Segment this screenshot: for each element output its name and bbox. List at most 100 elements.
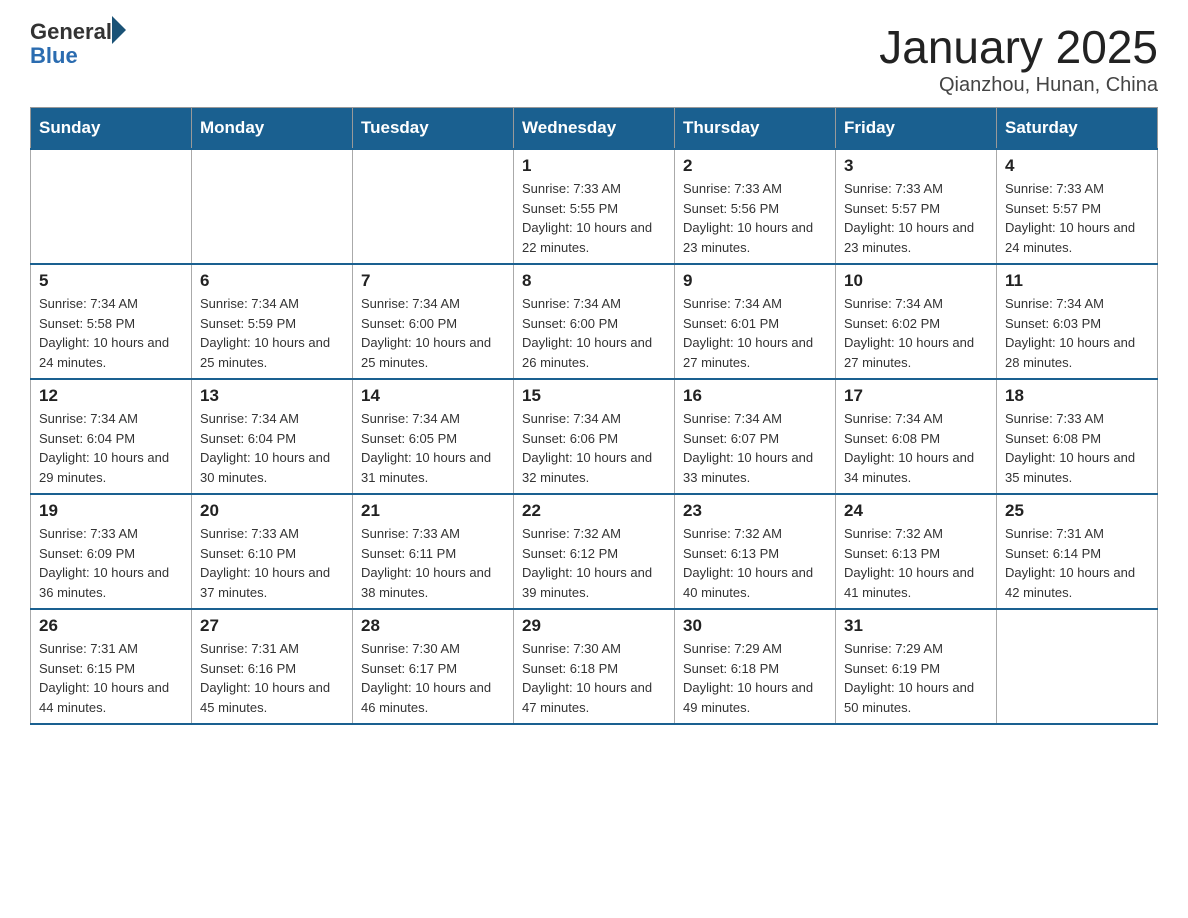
day-info: Sunrise: 7:33 AM Sunset: 5:57 PM Dayligh… (1005, 179, 1149, 257)
day-info: Sunrise: 7:33 AM Sunset: 5:56 PM Dayligh… (683, 179, 827, 257)
column-header-sunday: Sunday (31, 108, 192, 150)
calendar-week-row: 12 Sunrise: 7:34 AM Sunset: 6:04 PM Dayli… (31, 379, 1158, 494)
day-number: 13 (200, 386, 344, 406)
day-info: Sunrise: 7:34 AM Sunset: 6:00 PM Dayligh… (361, 294, 505, 372)
calendar-cell: 30 Sunrise: 7:29 AM Sunset: 6:18 PM Dayli… (675, 609, 836, 724)
calendar-cell: 4 Sunrise: 7:33 AM Sunset: 5:57 PM Daylig… (997, 149, 1158, 264)
calendar-cell: 5 Sunrise: 7:34 AM Sunset: 5:58 PM Daylig… (31, 264, 192, 379)
column-header-monday: Monday (192, 108, 353, 150)
day-number: 29 (522, 616, 666, 636)
calendar-cell: 3 Sunrise: 7:33 AM Sunset: 5:57 PM Daylig… (836, 149, 997, 264)
day-number: 14 (361, 386, 505, 406)
calendar-cell: 22Sunrise: 7:32 AM Sunset: 6:12 PM Dayli… (514, 494, 675, 609)
calendar-cell: 8 Sunrise: 7:34 AM Sunset: 6:00 PM Daylig… (514, 264, 675, 379)
calendar-header-row: SundayMondayTuesdayWednesdayThursdayFrid… (31, 108, 1158, 150)
day-info: Sunrise: 7:34 AM Sunset: 5:58 PM Dayligh… (39, 294, 183, 372)
calendar-cell: 11 Sunrise: 7:34 AM Sunset: 6:03 PM Dayli… (997, 264, 1158, 379)
calendar-cell: 27 Sunrise: 7:31 AM Sunset: 6:16 PM Dayli… (192, 609, 353, 724)
calendar-week-row: 26Sunrise: 7:31 AM Sunset: 6:15 PM Dayli… (31, 609, 1158, 724)
day-info: Sunrise: 7:34 AM Sunset: 6:02 PM Dayligh… (844, 294, 988, 372)
day-number: 10 (844, 271, 988, 291)
day-number: 22 (522, 501, 666, 521)
calendar-week-row: 5 Sunrise: 7:34 AM Sunset: 5:58 PM Daylig… (31, 264, 1158, 379)
day-info: Sunrise: 7:34 AM Sunset: 6:00 PM Dayligh… (522, 294, 666, 372)
calendar-cell (192, 149, 353, 264)
day-info: Sunrise: 7:33 AM Sunset: 5:55 PM Dayligh… (522, 179, 666, 257)
day-info: Sunrise: 7:34 AM Sunset: 6:07 PM Dayligh… (683, 409, 827, 487)
day-number: 5 (39, 271, 183, 291)
day-number: 2 (683, 156, 827, 176)
day-info: Sunrise: 7:33 AM Sunset: 5:57 PM Dayligh… (844, 179, 988, 257)
day-number: 23 (683, 501, 827, 521)
day-info: Sunrise: 7:29 AM Sunset: 6:19 PM Dayligh… (844, 639, 988, 717)
day-number: 4 (1005, 156, 1149, 176)
day-info: Sunrise: 7:34 AM Sunset: 6:04 PM Dayligh… (39, 409, 183, 487)
logo: General Blue (30, 20, 126, 68)
calendar-cell: 7 Sunrise: 7:34 AM Sunset: 6:00 PM Daylig… (353, 264, 514, 379)
day-info: Sunrise: 7:34 AM Sunset: 6:04 PM Dayligh… (200, 409, 344, 487)
day-info: Sunrise: 7:34 AM Sunset: 6:05 PM Dayligh… (361, 409, 505, 487)
page-header: General Blue January 2025 Qianzhou, Huna… (30, 20, 1158, 97)
day-number: 7 (361, 271, 505, 291)
day-number: 26 (39, 616, 183, 636)
day-info: Sunrise: 7:33 AM Sunset: 6:08 PM Dayligh… (1005, 409, 1149, 487)
day-number: 6 (200, 271, 344, 291)
calendar-cell: 10 Sunrise: 7:34 AM Sunset: 6:02 PM Dayli… (836, 264, 997, 379)
calendar-cell: 17Sunrise: 7:34 AM Sunset: 6:08 PM Dayli… (836, 379, 997, 494)
calendar-cell: 28Sunrise: 7:30 AM Sunset: 6:17 PM Dayli… (353, 609, 514, 724)
calendar-week-row: 1 Sunrise: 7:33 AM Sunset: 5:55 PM Daylig… (31, 149, 1158, 264)
day-info: Sunrise: 7:34 AM Sunset: 6:01 PM Dayligh… (683, 294, 827, 372)
logo-text-blue: Blue (30, 43, 78, 68)
column-header-thursday: Thursday (675, 108, 836, 150)
day-number: 12 (39, 386, 183, 406)
calendar-cell: 2 Sunrise: 7:33 AM Sunset: 5:56 PM Daylig… (675, 149, 836, 264)
calendar-cell: 29 Sunrise: 7:30 AM Sunset: 6:18 PM Dayli… (514, 609, 675, 724)
calendar-cell: 13 Sunrise: 7:34 AM Sunset: 6:04 PM Dayli… (192, 379, 353, 494)
day-number: 30 (683, 616, 827, 636)
day-info: Sunrise: 7:29 AM Sunset: 6:18 PM Dayligh… (683, 639, 827, 717)
calendar-cell (31, 149, 192, 264)
day-info: Sunrise: 7:31 AM Sunset: 6:14 PM Dayligh… (1005, 524, 1149, 602)
title-section: January 2025 Qianzhou, Hunan, China (879, 20, 1158, 97)
day-number: 19 (39, 501, 183, 521)
day-number: 20 (200, 501, 344, 521)
calendar-cell: 24Sunrise: 7:32 AM Sunset: 6:13 PM Dayli… (836, 494, 997, 609)
day-info: Sunrise: 7:34 AM Sunset: 5:59 PM Dayligh… (200, 294, 344, 372)
day-number: 31 (844, 616, 988, 636)
calendar-cell: 18 Sunrise: 7:33 AM Sunset: 6:08 PM Dayli… (997, 379, 1158, 494)
calendar-cell (353, 149, 514, 264)
calendar-cell: 16Sunrise: 7:34 AM Sunset: 6:07 PM Dayli… (675, 379, 836, 494)
day-number: 3 (844, 156, 988, 176)
calendar-cell: 23Sunrise: 7:32 AM Sunset: 6:13 PM Dayli… (675, 494, 836, 609)
calendar-table: SundayMondayTuesdayWednesdayThursdayFrid… (30, 107, 1158, 725)
day-number: 8 (522, 271, 666, 291)
calendar-cell: 21 Sunrise: 7:33 AM Sunset: 6:11 PM Dayli… (353, 494, 514, 609)
day-info: Sunrise: 7:33 AM Sunset: 6:09 PM Dayligh… (39, 524, 183, 602)
day-number: 18 (1005, 386, 1149, 406)
day-info: Sunrise: 7:33 AM Sunset: 6:11 PM Dayligh… (361, 524, 505, 602)
calendar-cell: 25Sunrise: 7:31 AM Sunset: 6:14 PM Dayli… (997, 494, 1158, 609)
calendar-cell: 31 Sunrise: 7:29 AM Sunset: 6:19 PM Dayli… (836, 609, 997, 724)
day-number: 21 (361, 501, 505, 521)
calendar-cell: 9Sunrise: 7:34 AM Sunset: 6:01 PM Daylig… (675, 264, 836, 379)
day-info: Sunrise: 7:30 AM Sunset: 6:17 PM Dayligh… (361, 639, 505, 717)
calendar-cell: 12 Sunrise: 7:34 AM Sunset: 6:04 PM Dayli… (31, 379, 192, 494)
day-info: Sunrise: 7:34 AM Sunset: 6:06 PM Dayligh… (522, 409, 666, 487)
column-header-tuesday: Tuesday (353, 108, 514, 150)
day-number: 27 (200, 616, 344, 636)
calendar-cell: 20Sunrise: 7:33 AM Sunset: 6:10 PM Dayli… (192, 494, 353, 609)
day-number: 11 (1005, 271, 1149, 291)
calendar-cell: 1 Sunrise: 7:33 AM Sunset: 5:55 PM Daylig… (514, 149, 675, 264)
calendar-cell: 26Sunrise: 7:31 AM Sunset: 6:15 PM Dayli… (31, 609, 192, 724)
calendar-cell: 15 Sunrise: 7:34 AM Sunset: 6:06 PM Dayli… (514, 379, 675, 494)
calendar-cell: 6 Sunrise: 7:34 AM Sunset: 5:59 PM Daylig… (192, 264, 353, 379)
day-info: Sunrise: 7:30 AM Sunset: 6:18 PM Dayligh… (522, 639, 666, 717)
calendar-cell: 14 Sunrise: 7:34 AM Sunset: 6:05 PM Dayli… (353, 379, 514, 494)
calendar-subtitle: Qianzhou, Hunan, China (879, 74, 1158, 97)
day-number: 15 (522, 386, 666, 406)
day-info: Sunrise: 7:31 AM Sunset: 6:16 PM Dayligh… (200, 639, 344, 717)
day-info: Sunrise: 7:34 AM Sunset: 6:03 PM Dayligh… (1005, 294, 1149, 372)
logo-text-general: General (30, 20, 112, 44)
day-number: 17 (844, 386, 988, 406)
day-number: 1 (522, 156, 666, 176)
